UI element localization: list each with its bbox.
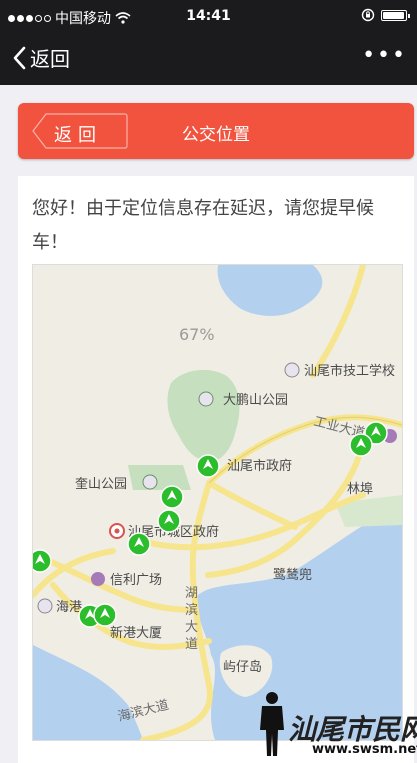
nav-back-button[interactable]: 返回 — [12, 43, 70, 72]
battery-icon — [381, 9, 410, 21]
silhouette-logo — [260, 692, 284, 756]
delay-notice: 您好！由于定位信息存在延迟，请您提早候车！ — [32, 198, 374, 253]
map-zoom-label: 67% — [179, 325, 215, 344]
bus-map[interactable]: 67% 汕尾市技工学校 大鹏山公园 工业大道 汕尾市政府 奎山公园 林埠 汕尾市… — [32, 264, 403, 741]
map-label-dapeng: 大鹏山公园 — [223, 393, 288, 408]
bus-marker[interactable] — [160, 485, 184, 509]
nav-back-label: 返回 — [30, 47, 70, 71]
map-label-haigang: 海港 — [56, 600, 82, 615]
bus-marker[interactable] — [157, 509, 181, 533]
watermark-url: www.swsm.net — [312, 742, 417, 757]
status-bar: 中国移动 14:41 — [0, 0, 417, 33]
map-label-kuishan: 奎山公园 — [75, 477, 127, 492]
status-right — [361, 8, 410, 22]
chevron-left-icon — [13, 46, 26, 69]
map-park-dapeng — [167, 369, 240, 462]
page-title: 公交位置 — [182, 125, 250, 145]
clock: 14:41 — [186, 8, 231, 24]
map-water-north — [217, 265, 323, 316]
map-label-luside: 鹭鸶兜 — [273, 567, 312, 583]
map-label-linfu: 林埠 — [347, 482, 373, 497]
nav-bar: 返回 ••• — [0, 33, 417, 85]
page-header: 返回 公交位置 — [18, 103, 414, 159]
map-label-xingang: 新港大厦 — [110, 625, 162, 641]
map-label-xinli: 信利广场 — [110, 573, 162, 588]
bus-marker[interactable] — [349, 433, 373, 457]
map-label-jigong: 汕尾市技工学校 — [304, 363, 395, 379]
bus-marker[interactable] — [33, 549, 52, 573]
rotation-lock-icon — [361, 8, 375, 22]
map-label-zhengfu: 汕尾市政府 — [227, 458, 292, 474]
bus-marker[interactable] — [93, 603, 117, 627]
site-watermark: 汕尾市民网 www.swsm.net — [252, 690, 417, 763]
map-water-harbor — [33, 645, 143, 740]
map-canvas[interactable]: 67% 汕尾市技工学校 大鹏山公园 工业大道 汕尾市政府 奎山公园 林埠 汕尾市… — [33, 265, 402, 740]
map-park-kuishan — [128, 465, 191, 490]
content-card: 您好！由于定位信息存在延迟，请您提早候车！ 67% 汕尾市技工学校 大鹏山公园 … — [18, 176, 414, 763]
map-label-yuzi: 屿仔岛 — [223, 659, 262, 675]
more-icon[interactable]: ••• — [362, 43, 407, 68]
bus-marker[interactable] — [196, 454, 220, 478]
bus-marker[interactable] — [127, 532, 151, 556]
